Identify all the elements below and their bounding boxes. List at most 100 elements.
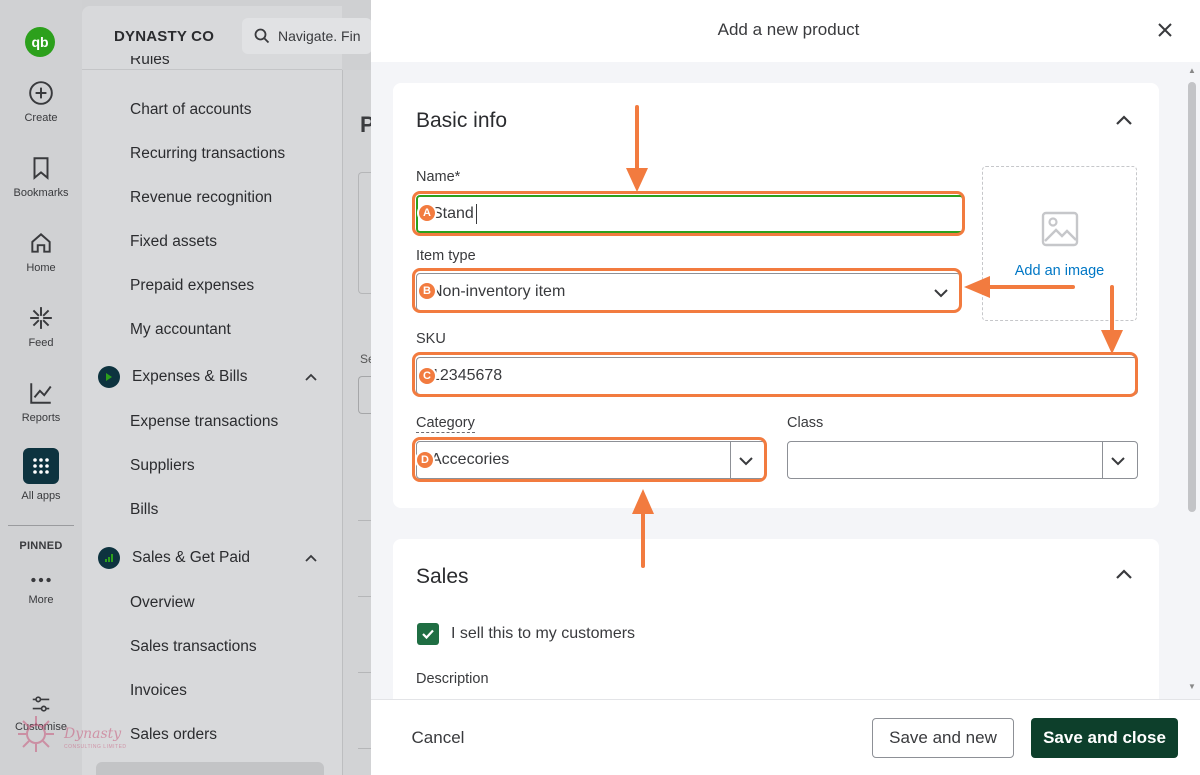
nav-item-sales-transactions[interactable]: Sales transactions — [130, 638, 257, 656]
nav-item-sales-orders[interactable]: Sales orders — [130, 726, 217, 744]
add-image-link[interactable]: Add an image — [983, 263, 1136, 279]
plus-circle-icon — [29, 81, 53, 105]
rail-more-label: More — [28, 594, 54, 606]
add-image-box[interactable]: Add an image — [982, 166, 1137, 321]
nav-item-overview[interactable]: Overview — [130, 594, 195, 612]
scroll-down-arrow[interactable]: ▼ — [1188, 682, 1196, 691]
marker-a: A — [417, 203, 437, 223]
nav-bottom-item[interactable] — [96, 762, 324, 775]
watermark-emblem-icon — [18, 716, 54, 752]
rail-feed-label: Feed — [28, 337, 54, 349]
rail-bookmarks-label: Bookmarks — [13, 187, 69, 199]
sell-checkbox-label[interactable]: I sell this to my customers — [451, 625, 635, 643]
reports-icon — [30, 383, 52, 404]
sales-title: Sales — [416, 565, 469, 588]
marker-c: C — [417, 366, 437, 386]
description-label: Description — [416, 671, 489, 687]
nav-item-recurring-transactions[interactable]: Recurring transactions — [130, 145, 285, 163]
dynasty-watermark-logo: Dynasty CONSULTING LIMITED — [14, 712, 134, 762]
watermark-text: Dynasty — [64, 726, 122, 742]
rail-more[interactable]: More — [0, 572, 82, 606]
background-card — [358, 172, 372, 294]
cancel-button[interactable]: Cancel — [393, 718, 483, 758]
highlight-name — [412, 191, 965, 236]
drawer-title: Add a new product — [717, 20, 860, 39]
rail-all-apps[interactable]: All apps — [0, 448, 82, 502]
nav-group-expenses-bills[interactable]: Expenses & Bills — [98, 366, 338, 388]
rail-create[interactable]: Create — [0, 80, 82, 124]
class-select[interactable] — [787, 441, 1138, 479]
background-divider — [358, 596, 372, 597]
bookmark-icon — [33, 157, 49, 180]
nav-item-prepaid-expenses[interactable]: Prepaid expenses — [130, 277, 254, 295]
image-placeholder-icon — [1041, 211, 1079, 247]
nav-item-revenue-recognition[interactable]: Revenue recognition — [130, 189, 272, 207]
rail-reports-label: Reports — [21, 412, 61, 424]
category-label[interactable]: Category — [416, 415, 475, 433]
sales-card: Sales Description — [393, 539, 1159, 709]
home-icon — [31, 233, 51, 253]
nav-item-my-accountant[interactable]: My accountant — [130, 321, 231, 339]
nav-item-invoices[interactable]: Invoices — [130, 682, 187, 700]
rail-bookmarks[interactable]: Bookmarks — [0, 155, 82, 199]
rail-home[interactable]: Home — [0, 230, 82, 274]
checkmark-icon — [422, 629, 434, 640]
nav-item-fixed-assets[interactable]: Fixed assets — [130, 233, 217, 251]
item-type-label: Item type — [416, 248, 476, 264]
left-rail: qb Create Bookmarks Home Feed Reports Al… — [0, 0, 82, 775]
drawer-header: Add a new product — [371, 0, 1200, 62]
search-icon — [254, 28, 270, 44]
more-dots-icon — [31, 577, 51, 583]
save-and-close-button[interactable]: Save and close — [1031, 718, 1178, 758]
nav-item-suppliers[interactable]: Suppliers — [130, 457, 195, 475]
marker-b: B — [417, 281, 437, 301]
background-divider — [358, 520, 372, 521]
nav-item-bills[interactable]: Bills — [130, 501, 158, 519]
highlight-sku — [412, 352, 1138, 397]
grid-icon — [23, 448, 59, 484]
rail-home-label: Home — [26, 262, 56, 274]
search-placeholder: Navigate. Fin — [278, 28, 361, 44]
sku-label: SKU — [416, 331, 446, 347]
nav-group-sales-label: Sales & Get Paid — [132, 549, 251, 566]
class-label: Class — [787, 415, 824, 431]
name-label: Name* — [416, 169, 461, 185]
drawer-footer: Cancel Save and new Save and close — [371, 699, 1200, 775]
company-name: DYNASTY CO — [114, 28, 215, 45]
nav-group-expenses-label: Expenses & Bills — [132, 368, 248, 385]
scroll-up-arrow[interactable]: ▲ — [1188, 66, 1196, 75]
basic-info-title: Basic info — [416, 109, 508, 132]
quickbooks-logo[interactable]: qb — [25, 27, 55, 57]
search-input[interactable]: Navigate. Fin — [242, 18, 372, 54]
chevron-up-icon[interactable] — [1113, 109, 1135, 131]
feed-icon — [30, 307, 52, 329]
rail-create-label: Create — [24, 112, 58, 124]
scroll-thumb[interactable] — [1188, 82, 1196, 512]
nav-item-expense-transactions[interactable]: Expense transactions — [130, 413, 278, 431]
close-icon[interactable] — [1155, 20, 1175, 40]
expenses-icon — [98, 366, 120, 388]
watermark-subtext: CONSULTING LIMITED — [64, 744, 127, 750]
nav-item-rules[interactable]: Rules — [130, 56, 170, 68]
rail-feed[interactable]: Feed — [0, 305, 82, 349]
rail-reports[interactable]: Reports — [0, 380, 82, 424]
background-input — [358, 376, 372, 414]
nav-item-chart-of-accounts[interactable]: Chart of accounts — [130, 101, 251, 119]
rail-all-apps-label: All apps — [21, 490, 61, 502]
chevron-up-icon — [305, 554, 317, 562]
sales-icon — [98, 547, 120, 569]
dropdown-divider — [1102, 442, 1103, 478]
marker-d: D — [415, 450, 435, 470]
sell-checkbox[interactable] — [417, 623, 439, 645]
nav-group-sales-get-paid[interactable]: Sales & Get Paid — [98, 547, 338, 569]
save-and-new-button[interactable]: Save and new — [872, 718, 1014, 758]
highlight-item-type — [412, 268, 962, 313]
pinned-heading: PINNED — [19, 540, 63, 552]
chevron-up-icon[interactable] — [1113, 563, 1135, 585]
chevron-down-icon[interactable] — [1109, 452, 1127, 470]
highlight-category — [412, 437, 767, 482]
chevron-up-icon — [305, 373, 317, 381]
rail-divider — [8, 525, 74, 526]
background-divider — [358, 748, 372, 749]
drawer-scrollbar[interactable]: ▲ ▼ — [1185, 62, 1200, 699]
